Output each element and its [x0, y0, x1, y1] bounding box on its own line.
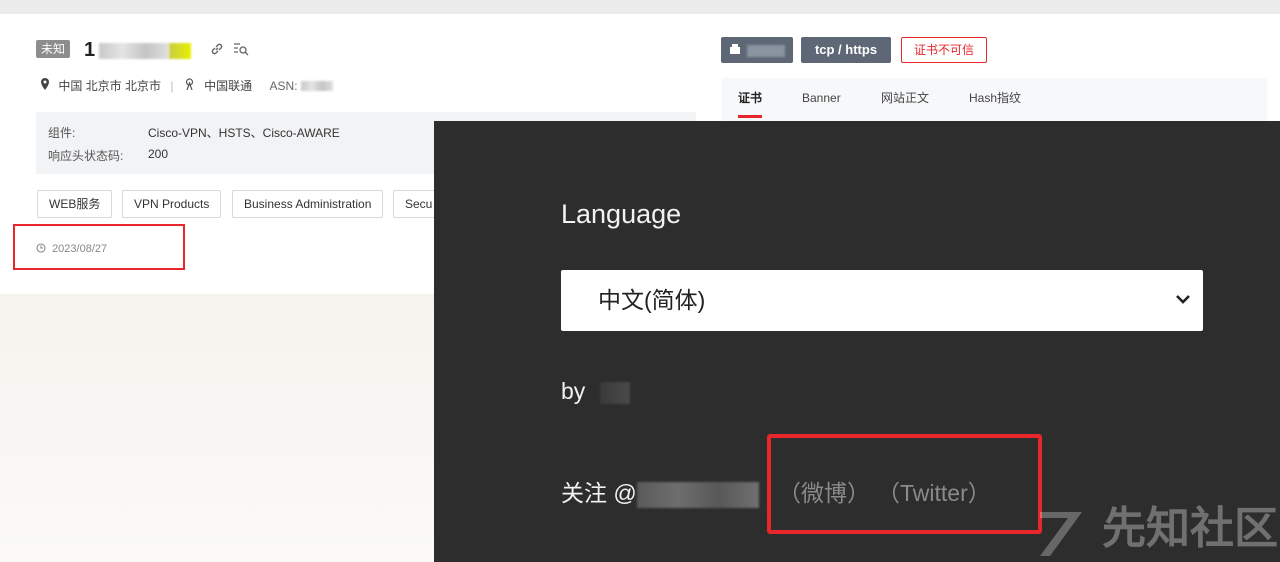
highlight-box-links — [767, 434, 1042, 534]
service-icon — [729, 42, 741, 57]
watermark-text: 先知社区 — [1036, 496, 1280, 562]
divider: | — [170, 78, 174, 93]
service-redacted — [747, 44, 786, 57]
by-label: by — [561, 378, 586, 404]
ip-address[interactable]: 1 — [84, 38, 192, 62]
language-select-value: 中文(简体) — [598, 287, 706, 313]
language-label: Language — [561, 199, 682, 229]
watermark-label: 先知社区 — [1102, 504, 1278, 553]
date-row: 2023/08/27 — [36, 242, 107, 256]
location-pin-icon — [40, 77, 50, 93]
status-code-label: 响应头状态码: — [48, 149, 124, 163]
ip-prefix: 1 — [84, 39, 96, 61]
tab-website-body[interactable]: 网站正文 — [881, 90, 929, 106]
component-value: Cisco-VPN、HSTS、Cisco-AWARE — [148, 126, 340, 140]
component-label: 组件: — [48, 126, 76, 140]
date-text: 2023/08/27 — [52, 243, 108, 255]
follow-row: 关注 @ — [561, 478, 759, 508]
status-badge: 未知 — [36, 40, 71, 58]
asn-label: ASN: — [269, 78, 298, 93]
tag-chip[interactable]: Business Administration — [232, 190, 384, 218]
link-icon[interactable] — [210, 42, 224, 60]
follow-label: 关注 @ — [561, 480, 637, 506]
top-strip — [0, 0, 1280, 14]
tab-banner[interactable]: Banner — [802, 90, 841, 106]
active-tab-indicator — [738, 115, 762, 118]
tag-chip[interactable]: WEB服务 — [37, 190, 113, 218]
location-row: 中国 北京市 北京市 | 中国联通 ASN: — [40, 77, 333, 94]
handle-redacted — [636, 481, 759, 508]
isp-icon — [183, 78, 196, 93]
author-redacted — [599, 381, 630, 404]
clock-icon — [36, 243, 46, 255]
tag-chip[interactable]: VPN Products — [122, 190, 222, 218]
asn-redacted — [300, 80, 333, 91]
isp-text: 中国联通 — [204, 78, 253, 93]
cert-untrusted-badge[interactable]: 证书不可信 — [901, 37, 987, 63]
service-button[interactable] — [721, 37, 793, 63]
location-text: 中国 北京市 北京市 — [58, 78, 162, 93]
tab-hash-fingerprint[interactable]: Hash指纹 — [969, 90, 1021, 106]
search-list-icon[interactable] — [233, 42, 249, 60]
protocol-button[interactable]: tcp / https — [801, 37, 891, 63]
tab-certificate[interactable]: 证书 — [738, 90, 762, 106]
author-row: by — [561, 376, 630, 406]
status-code-value: 200 — [148, 147, 169, 161]
chevron-down-icon — [1174, 290, 1192, 308]
ip-redacted — [99, 42, 170, 59]
ip-redacted-highlight — [169, 42, 192, 59]
